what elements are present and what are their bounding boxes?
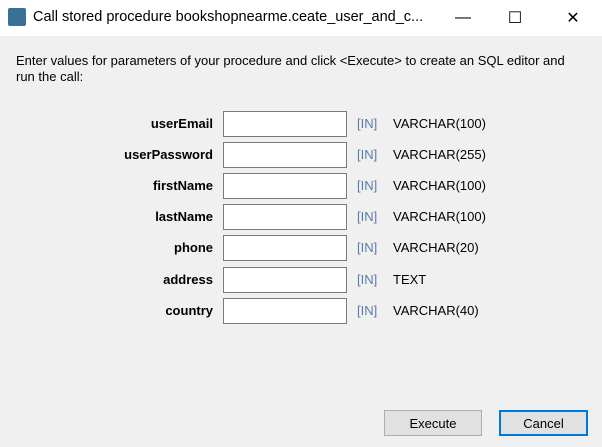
param-input-userPassword[interactable] xyxy=(223,142,347,168)
param-label: address xyxy=(163,272,213,287)
param-row-address: address [IN] TEXT xyxy=(0,267,602,293)
param-type: VARCHAR(100) xyxy=(393,116,486,131)
param-input-country[interactable] xyxy=(223,298,347,324)
param-label: userPassword xyxy=(124,147,213,162)
param-type: VARCHAR(255) xyxy=(393,147,486,162)
param-row-userEmail: userEmail [IN] VARCHAR(100) xyxy=(0,111,602,137)
title-bar: Call stored procedure bookshopnearme.cea… xyxy=(0,0,602,36)
param-mode: [IN] xyxy=(357,303,378,318)
param-label: phone xyxy=(174,240,213,255)
param-mode: [IN] xyxy=(357,240,378,255)
minimize-button[interactable]: — xyxy=(440,0,486,36)
close-button[interactable]: ✕ xyxy=(550,0,596,36)
cancel-button[interactable]: Cancel xyxy=(499,410,588,436)
param-input-lastName[interactable] xyxy=(223,204,347,230)
param-type: VARCHAR(100) xyxy=(393,209,486,224)
param-label: firstName xyxy=(153,178,213,193)
param-row-lastName: lastName [IN] VARCHAR(100) xyxy=(0,204,602,230)
param-row-country: country [IN] VARCHAR(40) xyxy=(0,298,602,324)
param-mode: [IN] xyxy=(357,178,378,193)
param-label: lastName xyxy=(155,209,213,224)
param-row-userPassword: userPassword [IN] VARCHAR(255) xyxy=(0,142,602,168)
param-type: VARCHAR(20) xyxy=(393,240,479,255)
execute-button[interactable]: Execute xyxy=(384,410,482,436)
maximize-button[interactable]: ☐ xyxy=(492,0,538,36)
param-row-firstName: firstName [IN] VARCHAR(100) xyxy=(0,173,602,199)
param-label: userEmail xyxy=(150,116,213,131)
param-mode: [IN] xyxy=(357,116,378,131)
param-type: TEXT xyxy=(393,272,427,287)
param-row-phone: phone [IN] VARCHAR(20) xyxy=(0,235,602,261)
param-label: country xyxy=(165,303,213,318)
param-input-firstName[interactable] xyxy=(223,173,347,199)
instructions: Enter values for parameters of your proc… xyxy=(16,53,565,84)
mysql-workbench-icon xyxy=(8,8,26,26)
param-mode: [IN] xyxy=(357,209,378,224)
window-title: Call stored procedure bookshopnearme.cea… xyxy=(33,9,424,25)
param-input-phone[interactable] xyxy=(223,235,347,261)
param-type: VARCHAR(40) xyxy=(393,303,479,318)
param-input-userEmail[interactable] xyxy=(223,111,347,137)
param-mode: [IN] xyxy=(357,147,378,162)
param-mode: [IN] xyxy=(357,272,378,287)
param-type: VARCHAR(100) xyxy=(393,178,486,193)
param-input-address[interactable] xyxy=(223,267,347,293)
